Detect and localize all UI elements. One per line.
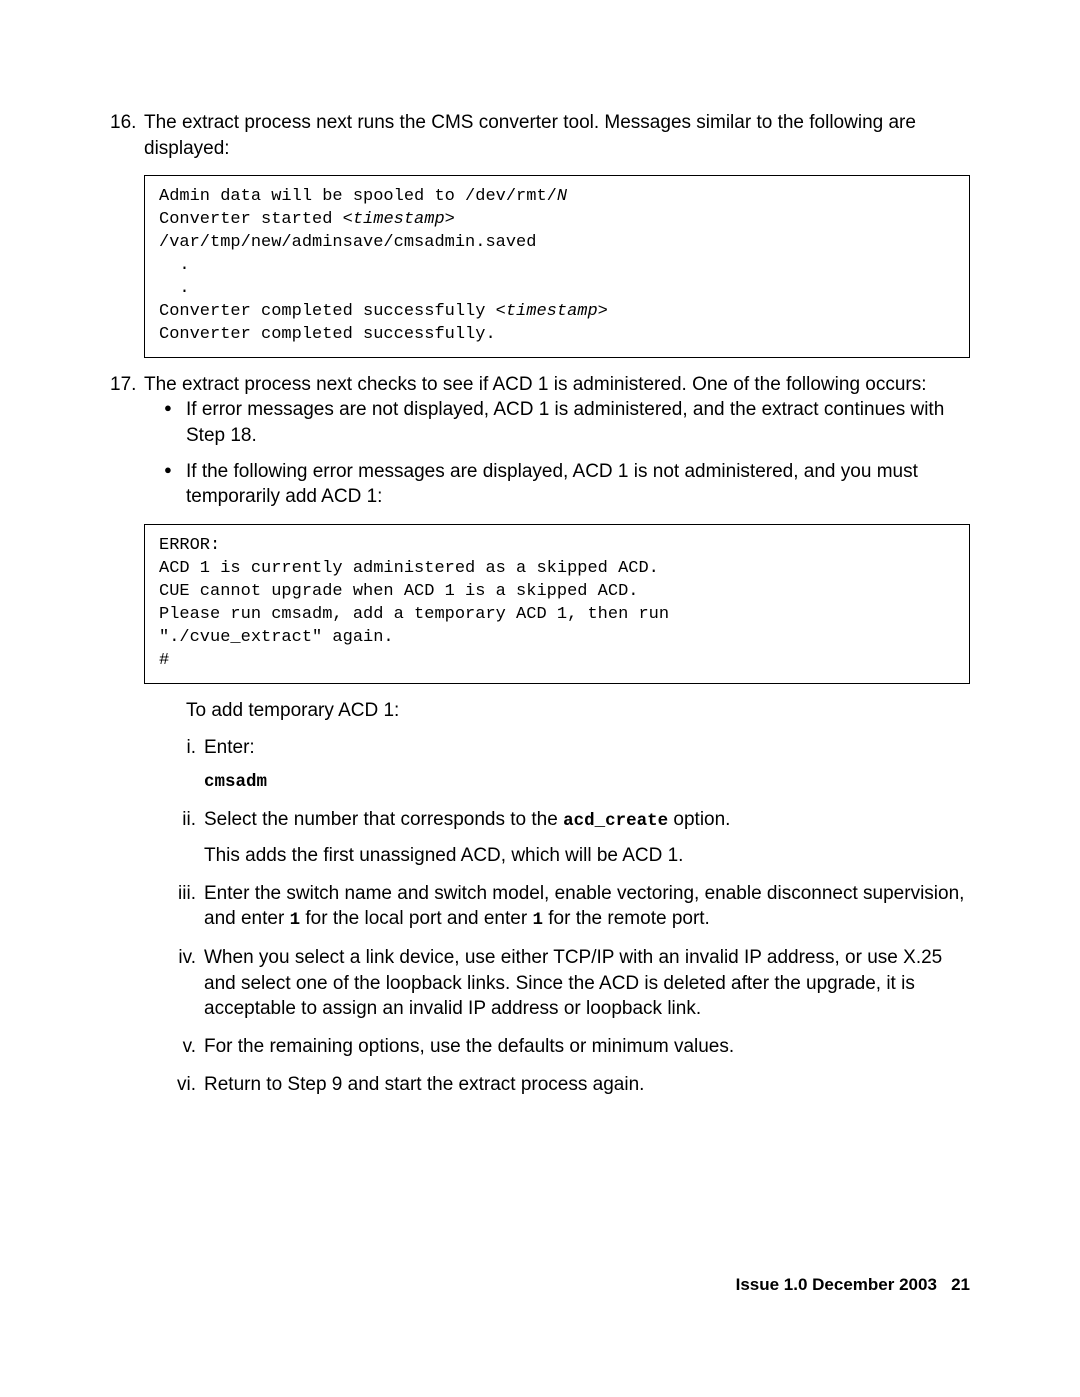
roman-num: v. — [164, 1034, 196, 1060]
bullet-item: If the following error messages are disp… — [164, 459, 970, 510]
code-text: Please run cmsadm, add a temporary ACD 1… — [159, 605, 669, 624]
page-footer: Issue 1.0 December 2003 21 — [736, 1274, 970, 1297]
roman-num: iii. — [164, 881, 196, 907]
roman-num: ii. — [164, 807, 196, 833]
bullet-1-text: If error messages are not displayed, ACD… — [186, 399, 944, 446]
code-text: . — [159, 256, 190, 275]
code-text: . — [159, 279, 190, 298]
roman-content: Return to Step 9 and start the extract p… — [204, 1072, 970, 1098]
step-16-text: The extract process next runs the CMS co… — [144, 110, 970, 161]
step-17-sub: To add temporary ACD 1: i. Enter: cmsadm… — [144, 698, 970, 1098]
step-17-number: 17. — [110, 372, 144, 398]
ordered-steps-list: 16. The extract process next runs the CM… — [110, 110, 970, 1097]
code-italic: N — [557, 187, 567, 206]
step-17-text: The extract process next checks to see i… — [144, 372, 927, 398]
roman-item-vi: vi. Return to Step 9 and start the extra… — [164, 1072, 970, 1098]
text-part: for the remote port. — [543, 908, 710, 929]
roman-iv-text: When you select a link device, use eithe… — [204, 945, 970, 1022]
roman-iii-text: Enter the switch name and switch model, … — [204, 881, 970, 933]
footer-issue: Issue 1.0 December 2003 — [736, 1275, 937, 1294]
step-16-code-box: Admin data will be spooled to /dev/rmt/N… — [144, 175, 970, 358]
roman-content: Enter: cmsadm — [204, 735, 970, 794]
roman-item-i: i. Enter: cmsadm — [164, 735, 970, 794]
acd-create-option: acd_create — [563, 811, 668, 831]
code-italic: <timestamp> — [496, 302, 608, 321]
roman-item-v: v. For the remaining options, use the de… — [164, 1034, 970, 1060]
roman-content: For the remaining options, use the defau… — [204, 1034, 970, 1060]
cmsadm-command: cmsadm — [204, 771, 970, 795]
roman-i-text: Enter: — [204, 735, 970, 761]
page-content: 16. The extract process next runs the CM… — [0, 0, 1080, 1189]
roman-item-iv: iv. When you select a link device, use e… — [164, 945, 970, 1022]
roman-num: i. — [164, 735, 196, 761]
bullet-2-text: If the following error messages are disp… — [186, 461, 918, 508]
roman-content: When you select a link device, use eithe… — [204, 945, 970, 1022]
roman-item-ii: ii. Select the number that corresponds t… — [164, 807, 970, 869]
text-part: option. — [668, 809, 730, 830]
code-text: "./cvue_extract" again. — [159, 628, 394, 647]
code-text: # — [159, 651, 169, 670]
code-text: ACD 1 is currently administered as a ski… — [159, 559, 659, 578]
text-part: Select the number that corresponds to th… — [204, 809, 563, 830]
code-text: Admin data will be spooled to /dev/rmt/ — [159, 187, 557, 206]
roman-content: Select the number that corresponds to th… — [204, 807, 970, 869]
step-16: 16. The extract process next runs the CM… — [110, 110, 970, 358]
code-text: Converter completed successfully. — [159, 325, 496, 344]
step-17-bullets: If error messages are not displayed, ACD… — [164, 397, 970, 510]
bullet-item: If error messages are not displayed, ACD… — [164, 397, 970, 448]
roman-num: vi. — [164, 1072, 196, 1098]
step-16-number: 16. — [110, 110, 144, 136]
code-text: ERROR: — [159, 536, 220, 555]
roman-list: i. Enter: cmsadm ii. Select the number t… — [164, 735, 970, 1097]
text-part: for the local port and enter — [300, 908, 532, 929]
code-text: /var/tmp/new/adminsave/cmsadmin.saved — [159, 233, 536, 252]
step-17-header: 17. The extract process next checks to s… — [110, 372, 970, 398]
add-acd-intro: To add temporary ACD 1: — [186, 698, 970, 724]
code-text: Converter completed successfully — [159, 302, 496, 321]
roman-ii-line2: This adds the first unassigned ACD, whic… — [204, 843, 970, 869]
step-17: 17. The extract process next checks to s… — [110, 372, 970, 1097]
footer-page-number: 21 — [951, 1275, 970, 1294]
code-text: CUE cannot upgrade when ACD 1 is a skipp… — [159, 582, 638, 601]
code-italic: <timestamp> — [343, 210, 455, 229]
step-17-body: If error messages are not displayed, ACD… — [144, 397, 970, 510]
roman-v-text: For the remaining options, use the defau… — [204, 1034, 970, 1060]
mono-1b: 1 — [532, 910, 543, 930]
roman-vi-text: Return to Step 9 and start the extract p… — [204, 1072, 970, 1098]
mono-1: 1 — [290, 910, 301, 930]
code-text: Converter started — [159, 210, 343, 229]
step-17-code-box: ERROR: ACD 1 is currently administered a… — [144, 524, 970, 684]
roman-num: iv. — [164, 945, 196, 971]
roman-item-iii: iii. Enter the switch name and switch mo… — [164, 881, 970, 933]
roman-ii-line1: Select the number that corresponds to th… — [204, 807, 970, 834]
roman-content: Enter the switch name and switch model, … — [204, 881, 970, 933]
step-16-header: 16. The extract process next runs the CM… — [110, 110, 970, 161]
